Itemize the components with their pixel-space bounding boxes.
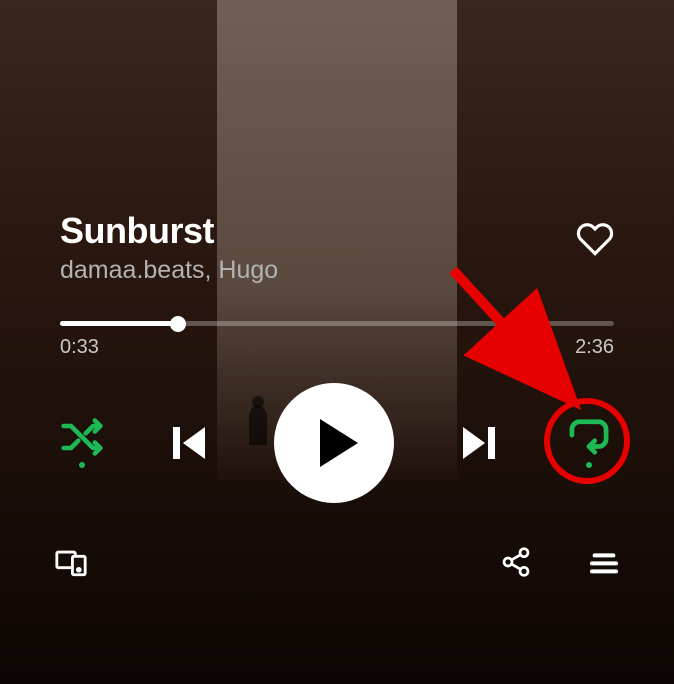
seek-bar[interactable]: [60, 321, 614, 326]
shuffle-active-indicator: [79, 462, 85, 468]
seek-bar-fill: [60, 321, 178, 326]
devices-icon: [54, 545, 88, 579]
next-button[interactable]: [455, 419, 503, 467]
previous-button[interactable]: [165, 419, 213, 467]
shuffle-button[interactable]: [60, 418, 104, 468]
repeat-icon: [566, 418, 612, 456]
track-title: Sunburst: [60, 210, 278, 252]
play-icon: [320, 419, 358, 467]
track-artist[interactable]: damaa.beats, Hugo: [60, 256, 278, 285]
skip-previous-icon: [165, 419, 213, 467]
seek-bar-thumb[interactable]: [170, 316, 186, 332]
share-icon: [500, 546, 532, 578]
heart-icon: [576, 220, 614, 258]
skip-next-icon: [455, 419, 503, 467]
repeat-active-indicator: [586, 462, 592, 468]
time-elapsed: 0:33: [60, 336, 99, 359]
play-button[interactable]: [274, 383, 394, 503]
share-button[interactable]: [500, 546, 532, 583]
shuffle-icon: [60, 418, 104, 456]
repeat-button[interactable]: [564, 418, 614, 468]
like-button[interactable]: [576, 220, 614, 263]
time-duration: 2:36: [575, 336, 614, 359]
queue-button[interactable]: [588, 546, 620, 583]
devices-button[interactable]: [54, 545, 88, 584]
queue-icon: [588, 546, 620, 578]
